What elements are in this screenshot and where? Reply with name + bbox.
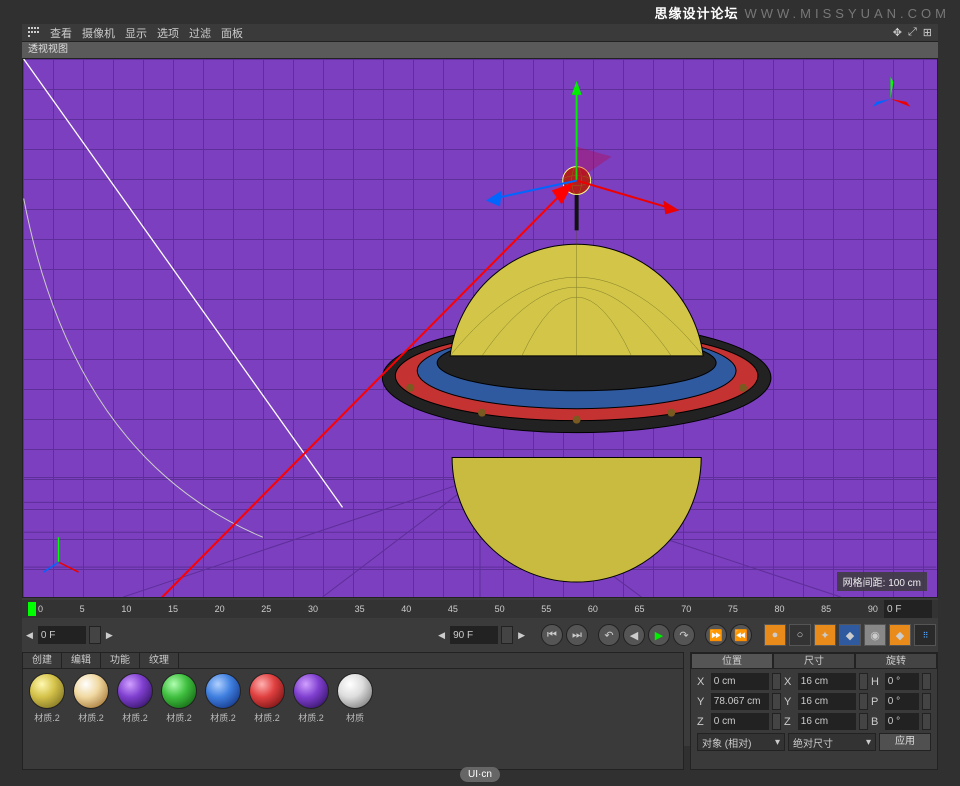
coordinates-manager: 位置 尺寸 旋转 X X H Y: [690, 652, 938, 770]
scene-canvas: [23, 59, 937, 597]
menu-panel[interactable]: 面板: [221, 25, 243, 41]
fast-rev-button[interactable]: ⏪: [730, 624, 752, 646]
material-manager: 创建 编辑 功能 纹理 材质.2 材质.2 材质.2 材质.2 材质.2 材质.…: [22, 652, 684, 770]
mat-tab-texture[interactable]: 纹理: [140, 653, 179, 668]
timeline-playhead[interactable]: [28, 602, 36, 616]
mat-tab-edit[interactable]: 编辑: [62, 653, 101, 668]
range-end-spin[interactable]: [501, 626, 513, 644]
menu-options[interactable]: 选项: [157, 25, 179, 41]
material-item[interactable]: 材质.2: [159, 673, 199, 724]
rot-p-field[interactable]: [885, 693, 919, 710]
viewport-title: 透视视图: [22, 42, 938, 58]
rot-b-field[interactable]: [885, 713, 919, 730]
material-item[interactable]: 材质: [335, 673, 375, 724]
go-end-button[interactable]: ⏭: [566, 624, 588, 646]
timeline-end-frame[interactable]: [884, 600, 932, 618]
size-z-field[interactable]: [798, 713, 856, 730]
range-start-prev[interactable]: ◀: [24, 630, 35, 641]
attr-tab-position[interactable]: 位置: [691, 653, 773, 669]
material-item[interactable]: 材质.2: [203, 673, 243, 724]
timeline[interactable]: 0510 152025 303540 455055 606570 758085 …: [22, 600, 938, 618]
material-item[interactable]: 材质.2: [71, 673, 111, 724]
footer: UI·cn: [0, 767, 960, 782]
size-x-field[interactable]: [798, 673, 856, 690]
gizmo[interactable]: [486, 81, 679, 215]
key-options-button[interactable]: ⠿: [914, 624, 936, 646]
mat-tab-create[interactable]: 创建: [23, 653, 62, 668]
view-icon[interactable]: ⊞: [923, 26, 932, 39]
range-start-field[interactable]: [38, 626, 86, 644]
coord-mode-select[interactable]: 对象 (相对)▾: [697, 733, 785, 751]
watermark: 思缘设计论坛WWW.MISSYUAN.COM: [654, 3, 950, 22]
play-button[interactable]: ▶: [648, 624, 670, 646]
menu-filter[interactable]: 过滤: [189, 25, 211, 41]
viewport-perspective[interactable]: 网格间距: 100 cm: [22, 58, 938, 598]
key-rot-button[interactable]: ◉: [864, 624, 886, 646]
ufo-object[interactable]: [382, 167, 771, 582]
size-y-field[interactable]: [798, 693, 856, 710]
material-item[interactable]: 材质.2: [115, 673, 155, 724]
range-end-next[interactable]: ▶: [516, 630, 527, 641]
range-end-field[interactable]: [450, 626, 498, 644]
viewport-menu: 查看 摄像机 显示 选项 过滤 面板 ✥ ⤢ ⊞: [22, 24, 938, 42]
key-scale-button[interactable]: ◆: [839, 624, 861, 646]
material-item[interactable]: 材质.2: [247, 673, 287, 724]
mat-tab-function[interactable]: 功能: [101, 653, 140, 668]
range-start-next[interactable]: ▶: [104, 630, 115, 641]
controls-bar: ◀ ▶ ◀ ▶ ⏮ ⏭ ↶ ◀ ▶ ↷ ⏩: [22, 622, 938, 648]
size-mode-select[interactable]: 绝对尺寸▾: [788, 733, 876, 751]
menu-view[interactable]: 查看: [50, 25, 72, 41]
rot-h-field[interactable]: [885, 673, 919, 690]
prev-key-button[interactable]: ↶: [598, 624, 620, 646]
key-pos-button[interactable]: ✦: [814, 624, 836, 646]
material-list: 材质.2 材质.2 材质.2 材质.2 材质.2 材质.2 材质.2 材质: [23, 669, 683, 769]
go-start-button[interactable]: ⏮: [541, 624, 563, 646]
pos-z-field[interactable]: [711, 713, 769, 730]
move-icon[interactable]: ✥: [893, 26, 902, 39]
pos-x-field[interactable]: [711, 673, 769, 690]
key-param-button[interactable]: ◆: [889, 624, 911, 646]
hud-grid-spacing: 网格间距: 100 cm: [837, 572, 927, 591]
fast-fwd-button[interactable]: ⏩: [705, 624, 727, 646]
apply-button[interactable]: 应用: [879, 733, 931, 751]
play-back-button[interactable]: ◀: [623, 624, 645, 646]
record-button[interactable]: ●: [764, 624, 786, 646]
expand-icon[interactable]: ⤢: [908, 26, 917, 39]
attr-tab-rotation[interactable]: 旋转: [855, 653, 937, 669]
autokey-button[interactable]: ○: [789, 624, 811, 646]
material-item[interactable]: 材质.2: [27, 673, 67, 724]
menu-display[interactable]: 显示: [125, 25, 147, 41]
menu-camera[interactable]: 摄像机: [82, 25, 115, 41]
range-end-prev[interactable]: ◀: [436, 630, 447, 641]
grid-icon[interactable]: [28, 27, 40, 39]
range-start-spin[interactable]: [89, 626, 101, 644]
attr-tab-size[interactable]: 尺寸: [773, 653, 855, 669]
next-key-button[interactable]: ↷: [673, 624, 695, 646]
pos-y-field[interactable]: [711, 693, 769, 710]
material-item[interactable]: 材质.2: [291, 673, 331, 724]
